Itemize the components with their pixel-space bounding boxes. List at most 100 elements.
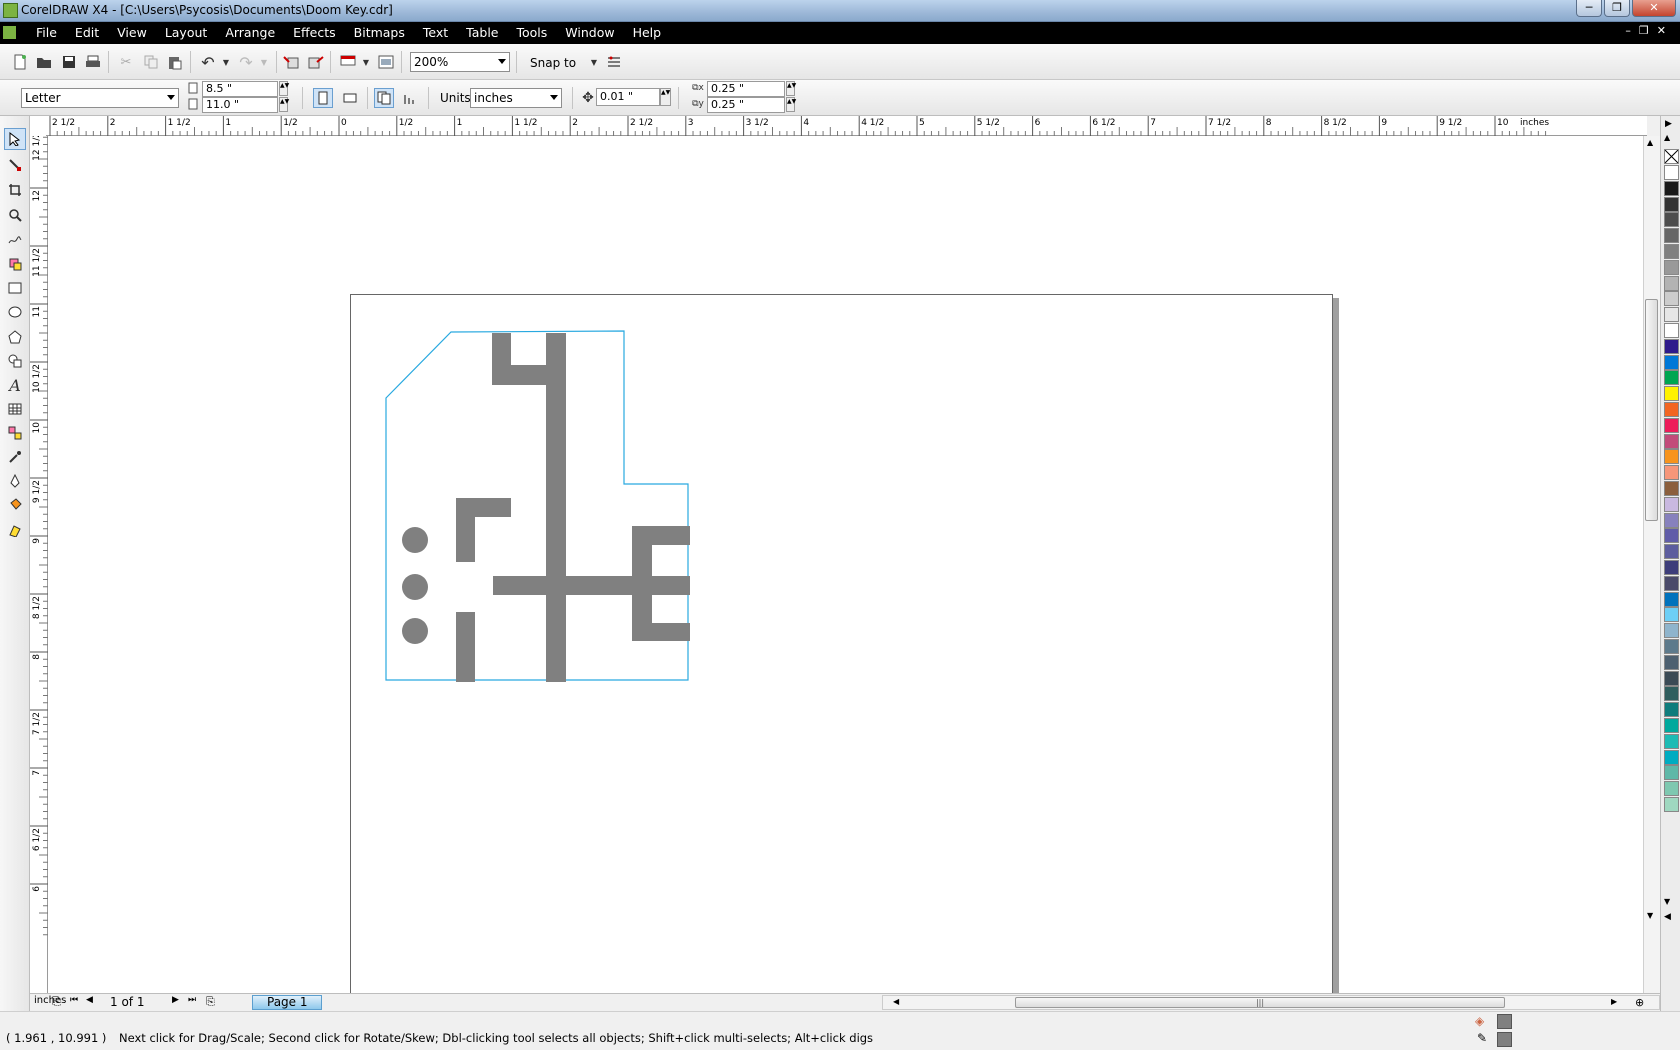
rectangle-tool-icon[interactable] <box>4 277 26 299</box>
menu-view[interactable]: View <box>117 25 157 40</box>
all-pages-icon[interactable] <box>374 88 394 108</box>
ellipse-tool-icon[interactable] <box>4 301 26 323</box>
last-page-icon[interactable]: ⏭ <box>188 995 196 1005</box>
first-page-icon[interactable]: ⏮ <box>70 995 78 1005</box>
color-swatch[interactable] <box>1664 259 1679 275</box>
smart-fill-tool-icon[interactable] <box>4 253 26 275</box>
color-swatch[interactable] <box>1664 307 1679 323</box>
color-swatch[interactable] <box>1664 275 1679 291</box>
color-swatch[interactable] <box>1664 797 1679 812</box>
palette-scroll-right-icon[interactable]: ▶ <box>1665 119 1672 129</box>
color-swatch[interactable] <box>1664 386 1679 402</box>
table-tool-icon[interactable] <box>4 398 26 420</box>
interactive-fill-tool-icon[interactable] <box>4 519 26 541</box>
snap-to-menu[interactable]: Snap to <box>530 56 576 70</box>
new-document-icon[interactable] <box>10 52 30 72</box>
color-swatch[interactable] <box>1664 323 1679 338</box>
mdi-controls[interactable]: –❐✕ <box>1625 24 1674 37</box>
close-button[interactable]: ✕ <box>1632 0 1676 17</box>
restore-button[interactable]: ❐ <box>1604 0 1630 17</box>
color-swatch[interactable] <box>1664 544 1679 560</box>
copy-icon[interactable] <box>141 52 161 72</box>
color-swatch[interactable] <box>1664 733 1679 749</box>
color-swatch[interactable] <box>1664 718 1679 733</box>
color-swatch[interactable] <box>1664 512 1679 528</box>
color-swatch[interactable] <box>1664 623 1679 639</box>
palette-scroll-down-icon[interactable]: ▼ <box>1664 897 1670 906</box>
duplicate-x-spinner[interactable]: ▲▼ <box>786 81 796 96</box>
current-page-icon[interactable] <box>400 88 420 108</box>
color-swatch[interactable] <box>1664 180 1679 196</box>
page-height-input[interactable]: 11.0 " <box>202 97 278 113</box>
zoom-tool-icon[interactable] <box>4 204 26 226</box>
menu-edit[interactable]: Edit <box>75 25 109 40</box>
nudge-distance-input[interactable]: 0.01 " <box>596 88 660 106</box>
color-swatch[interactable] <box>1664 196 1679 212</box>
palette-expand-icon[interactable]: ◀ <box>1664 912 1671 922</box>
basic-shapes-tool-icon[interactable] <box>4 350 26 372</box>
add-page-before-icon[interactable]: ⎘ <box>52 995 61 1009</box>
color-swatch[interactable] <box>1664 591 1679 607</box>
scroll-up-icon[interactable]: ▲ <box>1647 138 1653 147</box>
export-icon[interactable] <box>306 52 326 72</box>
menu-help[interactable]: Help <box>633 25 672 40</box>
zoom-navigator-icon[interactable]: ⊕ <box>1635 996 1644 1009</box>
launcher-dropdown-icon[interactable]: ▼ <box>356 52 376 72</box>
color-swatch[interactable] <box>1664 433 1679 449</box>
duplicate-x-input[interactable]: 0.25 " <box>707 81 785 97</box>
color-swatch[interactable] <box>1664 639 1679 654</box>
add-page-after-icon[interactable]: ⎘ <box>206 995 215 1009</box>
menu-tools[interactable]: Tools <box>516 25 557 40</box>
document-icon[interactable] <box>3 26 16 39</box>
import-icon[interactable] <box>281 52 301 72</box>
blend-tool-icon[interactable] <box>4 422 26 444</box>
snap-to-dropdown-icon[interactable]: ▼ <box>584 52 604 72</box>
color-swatch[interactable] <box>1664 481 1679 496</box>
outline-color-swatch[interactable] <box>1497 1032 1512 1047</box>
units-select[interactable]: inches <box>470 88 562 108</box>
undo-dropdown-icon[interactable]: ▼ <box>216 52 236 72</box>
color-swatch[interactable] <box>1664 165 1679 180</box>
color-swatch[interactable] <box>1664 449 1679 465</box>
color-swatch[interactable] <box>1664 496 1679 512</box>
options-icon[interactable] <box>604 52 624 72</box>
color-swatch[interactable] <box>1664 244 1679 259</box>
menu-layout[interactable]: Layout <box>165 25 218 40</box>
color-swatch[interactable] <box>1664 417 1679 433</box>
color-swatch[interactable] <box>1664 402 1679 417</box>
color-swatch[interactable] <box>1664 560 1679 575</box>
menu-file[interactable]: File <box>36 25 67 40</box>
menu-effects[interactable]: Effects <box>293 25 346 40</box>
color-swatch[interactable] <box>1664 370 1679 386</box>
scroll-down-icon[interactable]: ▼ <box>1647 911 1653 920</box>
redo-dropdown-icon[interactable]: ▼ <box>254 52 274 72</box>
freehand-tool-icon[interactable] <box>4 229 26 251</box>
open-icon[interactable] <box>34 52 54 72</box>
vertical-ruler[interactable]: 12 1/2 12 11 1/2 11 10 1/2 10 9 1/2 9 8 1/2 8 7 1/… <box>30 129 48 1011</box>
previous-page-icon[interactable]: ◀ <box>86 995 93 1005</box>
color-swatch[interactable] <box>1664 212 1679 228</box>
cut-icon[interactable]: ✂ <box>116 52 136 72</box>
color-swatch[interactable] <box>1664 686 1679 702</box>
color-swatch[interactable] <box>1664 781 1679 797</box>
color-swatch[interactable] <box>1664 607 1679 623</box>
menu-arrange[interactable]: Arrange <box>225 25 285 40</box>
undo-icon[interactable]: ↶ <box>198 52 218 72</box>
horizontal-ruler[interactable]: 2 1/2 2 1 1/2 1 1/2 0 1/2 1 1 1/2 2 2 1/2 3 3 1/2 4 4 … <box>46 116 1647 136</box>
eyedropper-tool-icon[interactable] <box>4 446 26 468</box>
zoom-level-select[interactable]: 200% <box>410 52 510 72</box>
polygon-tool-icon[interactable] <box>4 326 26 348</box>
shape-tool-icon[interactable] <box>4 154 26 176</box>
menu-table[interactable]: Table <box>466 25 508 40</box>
palette-scroll-up-icon[interactable]: ▲ <box>1664 133 1670 142</box>
horizontal-scrollbar[interactable]: ◀ ||| ▶ ⊕ <box>882 995 1660 1010</box>
color-swatch[interactable] <box>1664 291 1679 307</box>
fill-tool-icon[interactable] <box>4 494 26 516</box>
menu-bitmaps[interactable]: Bitmaps <box>354 25 415 40</box>
color-swatch[interactable] <box>1664 575 1679 591</box>
color-swatch[interactable] <box>1664 702 1679 718</box>
color-swatch[interactable] <box>1664 465 1679 481</box>
ruler-origin[interactable] <box>30 116 46 136</box>
color-swatch[interactable] <box>1664 354 1679 370</box>
color-swatch[interactable] <box>1664 765 1679 781</box>
